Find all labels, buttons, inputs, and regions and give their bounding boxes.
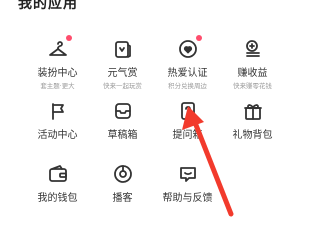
heart-badge-icon	[177, 35, 202, 60]
app-label: 草稿箱	[107, 130, 138, 141]
app-gift-backpack[interactable]: 礼物背包	[215, 100, 290, 141]
app-podcast[interactable]: 播客	[85, 163, 160, 204]
help-chat-icon	[177, 163, 199, 185]
app-label: 元气赏	[107, 68, 138, 79]
app-label: 热爱认证	[167, 68, 208, 79]
notification-dot	[65, 35, 72, 41]
app-subtitle: 套主题·更大	[40, 82, 75, 90]
inbox-icon	[112, 100, 134, 122]
app-label: 赚收益	[237, 68, 268, 79]
app-help-feedback[interactable]: 帮助与反馈	[150, 163, 225, 204]
gift-icon	[242, 100, 264, 122]
app-my-wallet[interactable]: 我的钱包	[20, 163, 95, 204]
app-passion-certification[interactable]: 热爱认证 积分兑换周边	[150, 35, 225, 91]
coins-icon	[242, 38, 264, 60]
app-label: 帮助与反馈	[162, 193, 213, 204]
section-title: 我的应用	[18, 0, 78, 12]
app-activity-center[interactable]: 活动中心	[20, 100, 95, 141]
app-label: 礼物背包	[232, 130, 273, 141]
app-earn-income[interactable]: 赚收益 快来赚零花钱	[215, 38, 290, 91]
question-box-icon	[177, 100, 199, 122]
gift-card-icon	[112, 38, 134, 60]
app-subtitle: 积分兑换周边	[168, 82, 207, 90]
app-label: 提问箱	[172, 130, 203, 141]
app-dress-up-center[interactable]: 装扮中心 套主题·更大	[20, 35, 95, 91]
app-yuanqi-reward[interactable]: 元气赏 快来一起玩赏	[85, 38, 160, 91]
wallet-icon	[47, 163, 69, 185]
app-subtitle: 快来一起玩赏	[103, 82, 142, 90]
flag-icon	[47, 100, 69, 122]
app-label: 活动中心	[37, 130, 78, 141]
notification-dot	[195, 35, 202, 41]
app-question-box[interactable]: 提问箱	[150, 100, 225, 141]
app-label: 装扮中心	[37, 68, 78, 79]
app-label: 播客	[112, 193, 133, 204]
podcast-icon	[112, 163, 134, 185]
hanger-icon	[47, 35, 72, 60]
app-subtitle: 快来赚零花钱	[233, 82, 272, 90]
app-label: 我的钱包	[37, 193, 78, 204]
app-drafts[interactable]: 草稿箱	[85, 100, 160, 141]
